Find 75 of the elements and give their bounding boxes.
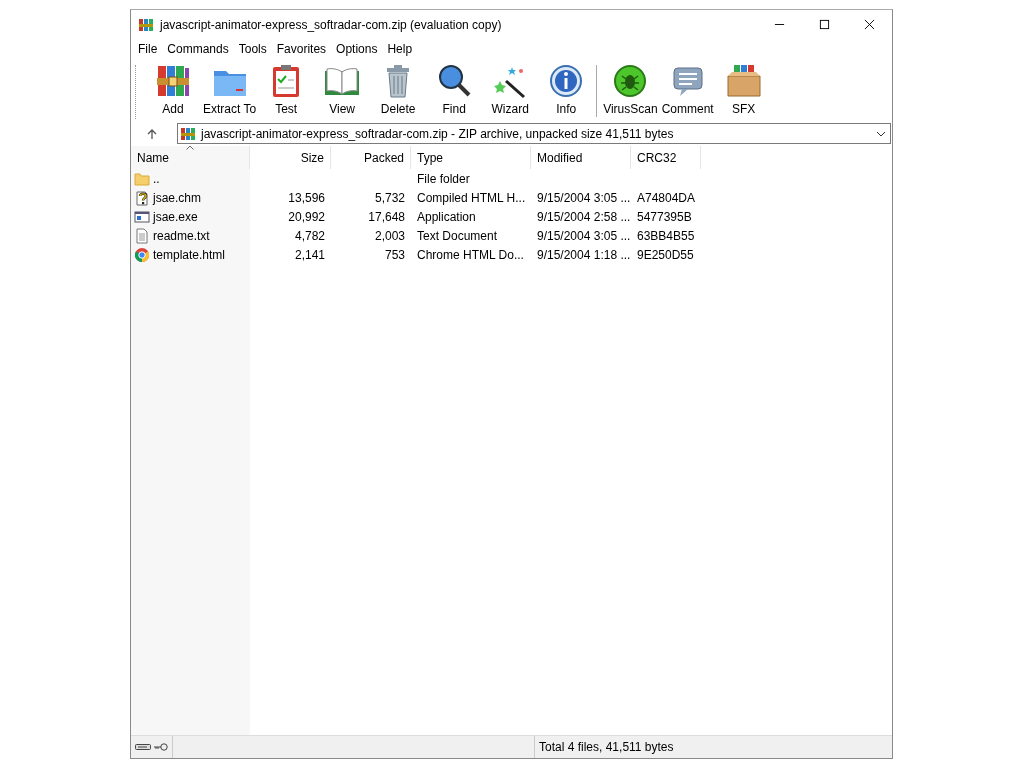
info-icon <box>548 63 585 99</box>
file-name: jsae.chm <box>153 190 202 205</box>
menu-item[interactable]: Tools <box>233 42 272 56</box>
chevron-down-icon[interactable] <box>876 130 886 137</box>
table-cell: 9/15/2004 2:58 ... <box>537 209 631 224</box>
table-cell: 9/15/2004 3:05 ... <box>537 228 631 243</box>
bug-icon <box>612 63 649 99</box>
table-cell: 9/15/2004 1:18 ... <box>537 247 631 262</box>
file-name: readme.txt <box>153 228 210 243</box>
toolbar-button[interactable]: Info <box>538 63 595 116</box>
table-cell: 17,648 <box>368 209 405 224</box>
table-cell: 2,003 <box>374 228 405 243</box>
menu-item[interactable]: Favorites <box>271 42 332 56</box>
toolbar-button[interactable]: Delete <box>370 63 427 116</box>
table-cell: 4,782 <box>294 228 325 243</box>
maximize-icon[interactable] <box>819 19 830 30</box>
file-row[interactable]: jsae.exe 20,992 17,648 Application 9/15/2004 2:58 ... 5477395B <box>131 207 892 226</box>
column-header[interactable]: Type <box>411 146 531 169</box>
toolbar-button[interactable]: SFX <box>715 63 772 116</box>
archive-icon <box>180 125 196 142</box>
app-file-icon <box>134 208 150 225</box>
close-icon[interactable] <box>864 19 875 30</box>
column-header[interactable]: Size <box>250 146 331 169</box>
file-name: template.html <box>153 247 226 262</box>
file-row[interactable]: .. File folder <box>131 169 892 188</box>
toolbar-button[interactable]: Extract To <box>201 63 259 116</box>
menu-item[interactable]: Help <box>382 42 418 56</box>
file-row[interactable]: readme.txt 4,782 2,003 Text Document 9/15/2004 3:05 ... 63BB4B55 <box>131 226 892 245</box>
table-cell: 9E250D55 <box>637 247 694 262</box>
file-name: jsae.exe <box>153 209 198 224</box>
key-icon <box>153 743 169 751</box>
menu-item[interactable]: Options <box>331 42 383 56</box>
toolbar-button[interactable]: VirusScan <box>601 63 660 116</box>
window-title: javascript-animator-express_softradar-com.zip (evaluation copy) <box>160 17 503 32</box>
table-cell: Chrome HTML Do... <box>417 247 524 262</box>
folder-file-icon <box>134 170 150 187</box>
table-cell: 9/15/2004 3:05 ... <box>537 190 631 205</box>
text-file-icon <box>134 227 150 244</box>
table-cell: Application <box>417 209 476 224</box>
table-cell: Compiled HTML H... <box>417 190 526 205</box>
toolbar-button[interactable]: Wizard <box>482 63 539 116</box>
toolbar-button[interactable]: Comment <box>659 63 716 116</box>
drive-icon <box>135 743 151 751</box>
up-arrow-icon[interactable] <box>146 127 158 140</box>
file-row[interactable]: jsae.chm 13,596 5,732 Compiled HTML H... 9/15/2004 3:05 ... A74804DA <box>131 188 892 207</box>
box-icon <box>725 63 762 99</box>
table-cell: A74804DA <box>637 190 696 205</box>
table-cell: 63BB4B55 <box>637 228 695 243</box>
toolbar-button[interactable]: Add <box>145 63 201 116</box>
table-cell: 5,732 <box>374 190 405 205</box>
chrome-file-icon <box>134 246 150 263</box>
column-header[interactable]: Packed <box>331 146 411 169</box>
file-row[interactable]: template.html 2,141 753 Chrome HTML Do... 9/15/2004 1:18 ... 9E250D55 <box>131 245 892 264</box>
table-cell: 20,992 <box>288 209 325 224</box>
table-cell: 13,596 <box>288 190 325 205</box>
column-header[interactable]: Name <box>131 146 250 169</box>
table-cell: 2,141 <box>294 247 325 262</box>
status-text: Total 4 files, 41,511 bytes <box>539 740 674 754</box>
table-cell: Text Document <box>417 228 498 243</box>
table-cell: File folder <box>417 171 470 186</box>
table-cell: 753 <box>384 247 405 262</box>
help-file-icon <box>134 189 150 206</box>
address-field[interactable]: javascript-animator-express_softradar-com.zip - ZIP archive, unpacked size 41,511 bytes <box>177 123 891 144</box>
magnifier-icon <box>436 63 473 99</box>
column-header[interactable]: Modified <box>531 146 631 169</box>
toolbar-button[interactable]: Find <box>426 63 483 116</box>
column-header[interactable]: CRC32 <box>631 146 701 169</box>
archive-icon <box>138 16 154 33</box>
toolbar-button[interactable]: View <box>314 63 371 116</box>
toolbar-button[interactable]: Test <box>258 63 315 116</box>
file-name: .. <box>153 171 160 186</box>
menu-item[interactable]: File <box>133 42 163 56</box>
books-icon <box>155 63 191 99</box>
menu-item[interactable]: Commands <box>162 42 234 56</box>
table-cell: 5477395B <box>637 209 692 224</box>
